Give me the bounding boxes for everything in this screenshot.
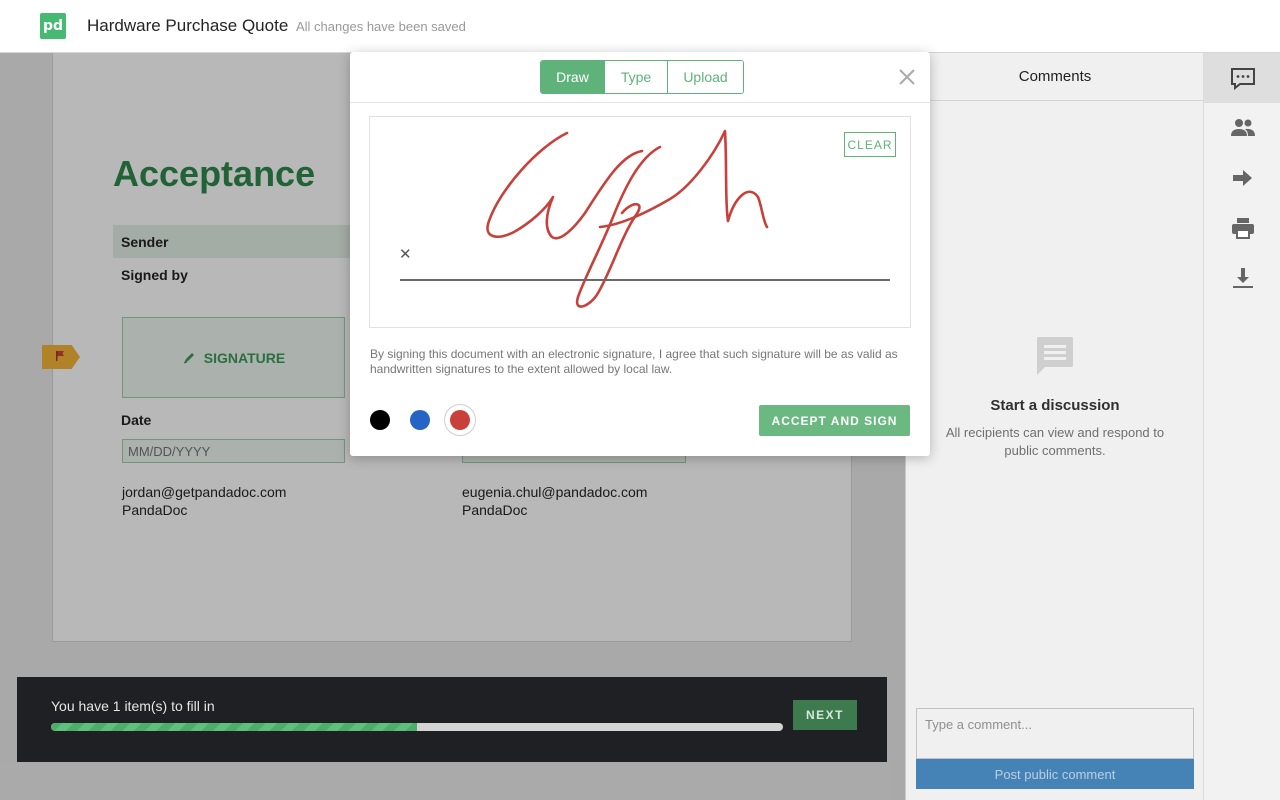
discussion-text: All recipients can view and respond to p… <box>945 425 1165 458</box>
tab-upload[interactable]: Upload <box>667 61 743 93</box>
comments-panel: Comments Start a discussion All recipien… <box>905 53 1204 800</box>
close-modal-button[interactable] <box>896 66 918 88</box>
color-swatch-3[interactable] <box>450 410 470 430</box>
pandadoc-logo[interactable]: pd <box>40 13 66 39</box>
progress-track <box>51 723 783 731</box>
drawn-signature <box>486 129 769 308</box>
right-toolbar <box>1203 53 1280 800</box>
signature-modal: Draw Type Upload CLEAR ✕ By signing this… <box>350 52 930 456</box>
discussion-title: Start a discussion <box>990 397 1120 414</box>
comments-button[interactable] <box>1204 53 1280 103</box>
comments-icon <box>1230 68 1255 91</box>
color-swatch-2[interactable] <box>410 410 430 430</box>
tab-type[interactable]: Type <box>604 61 667 93</box>
accept-and-sign-button[interactable]: ACCEPT AND SIGN <box>759 405 910 436</box>
arrow-right-icon <box>1232 170 1252 186</box>
document-title[interactable]: Hardware Purchase Quote <box>87 16 288 36</box>
download-icon <box>1232 268 1253 288</box>
comments-header: Comments <box>906 53 1204 101</box>
save-status: All changes have been saved <box>296 19 466 34</box>
color-swatch-1[interactable] <box>370 410 390 430</box>
signature-mode-tabs: Draw Type Upload <box>540 60 744 94</box>
sign-here-marker: ✕ <box>399 245 412 263</box>
close-icon <box>899 69 915 85</box>
fill-status-text: You have 1 item(s) to fill in <box>51 698 215 714</box>
clear-signature-button[interactable]: CLEAR <box>844 132 896 157</box>
esign-disclaimer: By signing this document with an electro… <box>370 347 898 376</box>
recipients-button[interactable] <box>1204 103 1280 153</box>
progress-fill <box>51 723 417 731</box>
fill-progress-bar: You have 1 item(s) to fill in NEXT <box>17 677 887 762</box>
download-button[interactable] <box>1204 253 1280 303</box>
tab-draw[interactable]: Draw <box>541 61 604 93</box>
people-icon <box>1230 119 1255 136</box>
workflow-button[interactable] <box>1204 153 1280 203</box>
print-icon <box>1231 218 1254 239</box>
next-button[interactable]: NEXT <box>793 700 857 730</box>
discussion-icon <box>1037 337 1073 375</box>
top-bar: pd Hardware Purchase Quote All changes h… <box>0 0 1280 53</box>
signature-draw-canvas[interactable]: CLEAR ✕ <box>369 116 911 328</box>
comment-input[interactable] <box>916 708 1194 759</box>
modal-divider <box>350 102 930 103</box>
post-comment-button[interactable]: Post public comment <box>916 759 1194 789</box>
signature-baseline <box>400 279 890 281</box>
print-button[interactable] <box>1204 203 1280 253</box>
